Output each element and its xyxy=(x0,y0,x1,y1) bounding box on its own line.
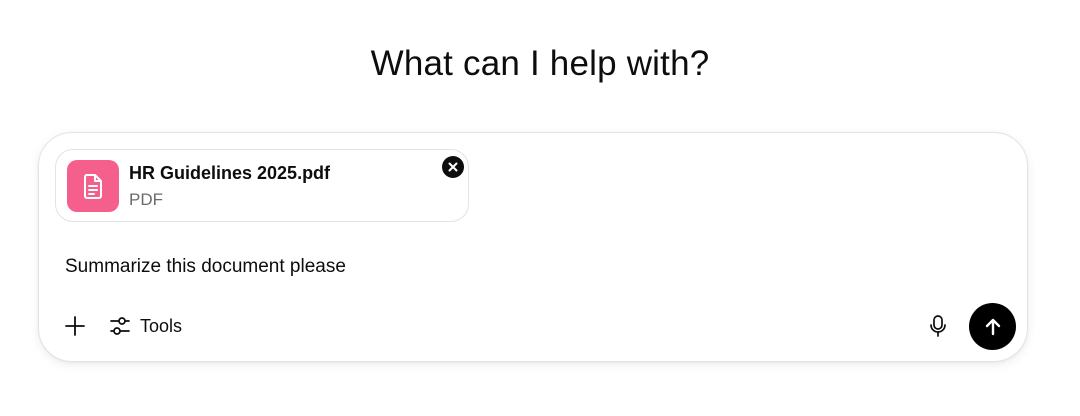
chat-composer[interactable]: HR Guidelines 2025.pdf PDF Summarize thi… xyxy=(38,132,1028,362)
file-attachment-card[interactable]: HR Guidelines 2025.pdf PDF xyxy=(55,149,469,222)
remove-attachment-button[interactable] xyxy=(442,156,464,178)
page: What can I help with? HR Guidelines 2025… xyxy=(0,0,1080,416)
add-button[interactable] xyxy=(61,312,89,340)
document-icon xyxy=(84,174,102,199)
close-icon xyxy=(448,162,458,172)
tools-label: Tools xyxy=(140,315,183,336)
page-heading: What can I help with? xyxy=(370,44,710,83)
send-button[interactable] xyxy=(969,303,1016,350)
tools-button[interactable]: Tools xyxy=(109,312,182,340)
voice-input-button[interactable] xyxy=(924,312,952,340)
microphone-icon xyxy=(930,315,946,337)
file-thumbnail xyxy=(67,160,119,212)
sliders-icon xyxy=(110,317,130,335)
plus-icon xyxy=(65,316,85,336)
file-name: HR Guidelines 2025.pdf xyxy=(129,163,331,183)
arrow-up-icon xyxy=(985,318,1000,335)
prompt-input[interactable]: Summarize this document please xyxy=(65,256,346,278)
file-type: PDF xyxy=(129,190,163,209)
